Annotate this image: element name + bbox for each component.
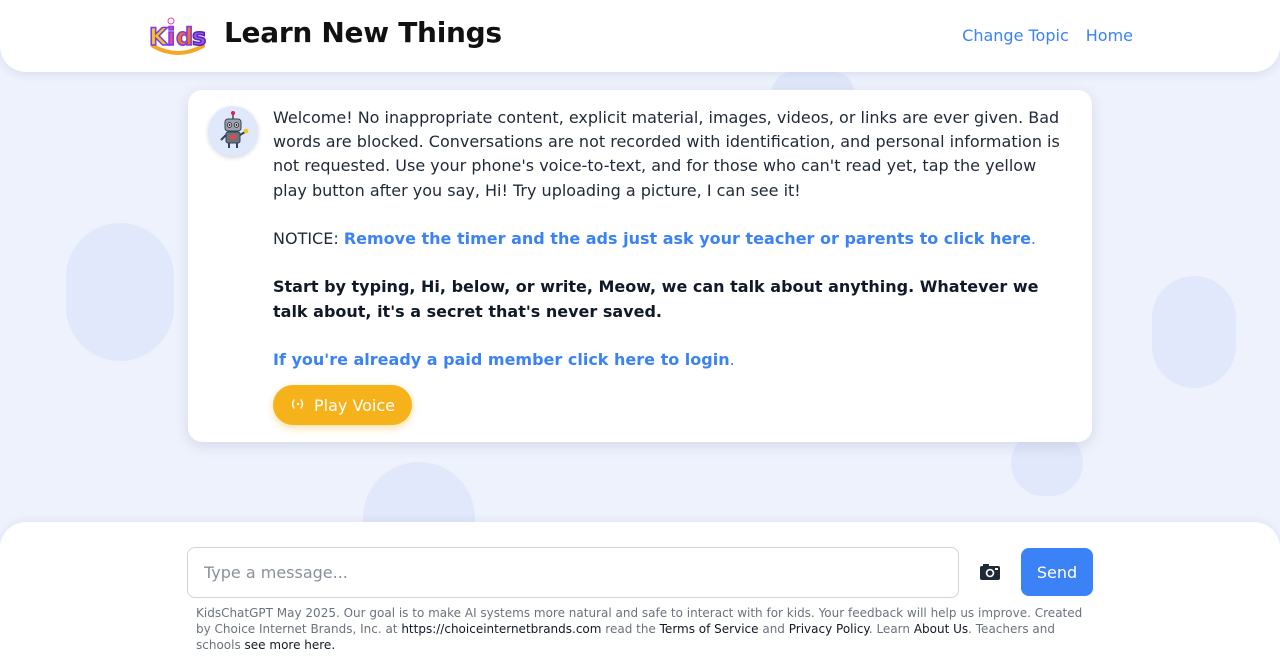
bot-message-card: Welcome! No inappropriate content, expli… <box>188 90 1092 442</box>
notice-period: . <box>1030 229 1037 248</box>
top-header: K i d s Learn New Things Change Topic Ho… <box>0 0 1280 72</box>
sound-wave-icon <box>290 396 306 415</box>
svg-text:d: d <box>176 23 193 51</box>
top-nav: Change Topic Home <box>962 26 1133 45</box>
remove-timer-link[interactable]: Remove the timer and the ads just ask yo… <box>344 229 1031 248</box>
footer-text: KidsChatGPT May 2025. Our goal is to mak… <box>196 605 1096 653</box>
footer-text-3: and <box>758 622 789 636</box>
intro-paragraph: Welcome! No inappropriate content, expli… <box>273 108 1060 200</box>
company-site-link[interactable]: https://choiceinternetbrands.com <box>401 622 601 636</box>
start-instructions: Start by typing, Hi, below, or write, Me… <box>273 277 1039 321</box>
camera-icon[interactable] <box>978 561 1002 583</box>
bot-message-text: Welcome! No inappropriate content, expli… <box>273 106 1073 396</box>
svg-text:s: s <box>192 23 206 51</box>
login-paragraph: If you're already a paid member click he… <box>273 348 1073 372</box>
terms-of-service-link[interactable]: Terms of Service <box>660 622 759 636</box>
svg-text:K: K <box>149 23 169 51</box>
decorative-blob <box>66 223 174 361</box>
footer-text-2: read the <box>601 622 660 636</box>
chat-input-panel: Send KidsChatGPT May 2025. Our goal is t… <box>0 522 1280 662</box>
nav-home-link[interactable]: Home <box>1086 26 1133 45</box>
play-voice-label: Play Voice <box>313 395 396 415</box>
notice-paragraph: NOTICE: Remove the timer and the ads jus… <box>273 227 1073 251</box>
kids-logo-icon[interactable]: K i d s <box>147 16 209 56</box>
see-more-link[interactable]: see more here. <box>245 638 336 652</box>
privacy-policy-link[interactable]: Privacy Policy <box>789 622 869 636</box>
footer-text-4: . Learn <box>868 622 914 636</box>
notice-label: NOTICE: <box>273 229 344 248</box>
decorative-blob <box>1152 276 1236 388</box>
about-us-link[interactable]: About Us <box>914 622 968 636</box>
send-button[interactable]: Send <box>1021 548 1093 596</box>
robot-avatar-icon <box>208 106 258 156</box>
nav-change-topic-link[interactable]: Change Topic <box>962 26 1069 45</box>
play-voice-button[interactable]: Play Voice <box>273 385 412 425</box>
svg-text:i: i <box>167 23 175 51</box>
message-input[interactable] <box>187 547 959 598</box>
page-title: Learn New Things <box>224 16 502 49</box>
login-link[interactable]: If you're already a paid member click he… <box>273 350 730 369</box>
login-period: . <box>729 349 735 369</box>
